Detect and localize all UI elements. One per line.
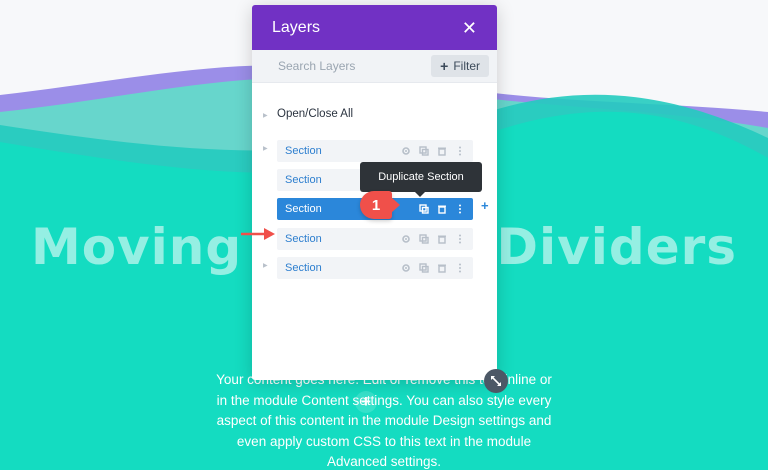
duplicate-section-tooltip: Duplicate Section <box>360 162 482 197</box>
builder-canvas: Moving Section Dividers Your content goe… <box>0 0 768 470</box>
filter-label: Filter <box>453 59 480 73</box>
open-close-all-link[interactable]: Open/Close All <box>277 108 353 120</box>
duplicate-icon[interactable] <box>419 263 429 273</box>
layer-row-section[interactable]: Section <box>277 228 473 250</box>
duplicate-icon[interactable] <box>419 146 429 156</box>
layer-row-label: Section <box>285 174 322 186</box>
search-bar: + Filter <box>252 50 497 83</box>
layer-row-section[interactable]: Section <box>277 257 473 279</box>
layer-row-label: Section <box>285 262 322 274</box>
more-icon[interactable] <box>455 146 465 156</box>
gear-icon[interactable] <box>401 234 411 244</box>
trash-icon[interactable] <box>437 146 447 156</box>
add-module-button[interactable]: + <box>355 391 377 413</box>
filter-button[interactable]: + Filter <box>431 55 489 77</box>
trash-icon[interactable] <box>437 263 447 273</box>
layer-row-label: Section <box>285 233 322 245</box>
more-icon[interactable] <box>455 263 465 273</box>
more-icon[interactable] <box>455 204 465 214</box>
duplicate-icon[interactable] <box>419 204 429 214</box>
add-section-button[interactable]: + <box>481 198 489 213</box>
duplicate-icon[interactable] <box>419 234 429 244</box>
close-icon[interactable]: ✕ <box>462 19 477 37</box>
gear-icon[interactable] <box>401 263 411 273</box>
layers-panel-title: Layers <box>272 18 321 36</box>
arrow-right-icon <box>241 228 275 240</box>
layer-row-section[interactable]: Section <box>277 140 473 162</box>
layers-panel-header: Layers ✕ <box>252 5 497 50</box>
caret-right-icon[interactable]: ▶ <box>263 262 268 269</box>
step-badge: 1 <box>360 191 400 219</box>
caret-right-icon[interactable]: ▶ <box>263 145 268 152</box>
more-icon[interactable] <box>455 234 465 244</box>
plus-icon: + <box>440 58 449 74</box>
layer-row-label: Section <box>285 145 322 157</box>
search-layers-input[interactable] <box>276 58 420 74</box>
trash-icon[interactable] <box>437 234 447 244</box>
caret-right-icon: ▶ <box>263 113 268 119</box>
resize-icon[interactable] <box>484 369 508 393</box>
layer-row-label: Section <box>285 203 322 215</box>
gear-icon[interactable] <box>401 146 411 156</box>
trash-icon[interactable] <box>437 204 447 214</box>
